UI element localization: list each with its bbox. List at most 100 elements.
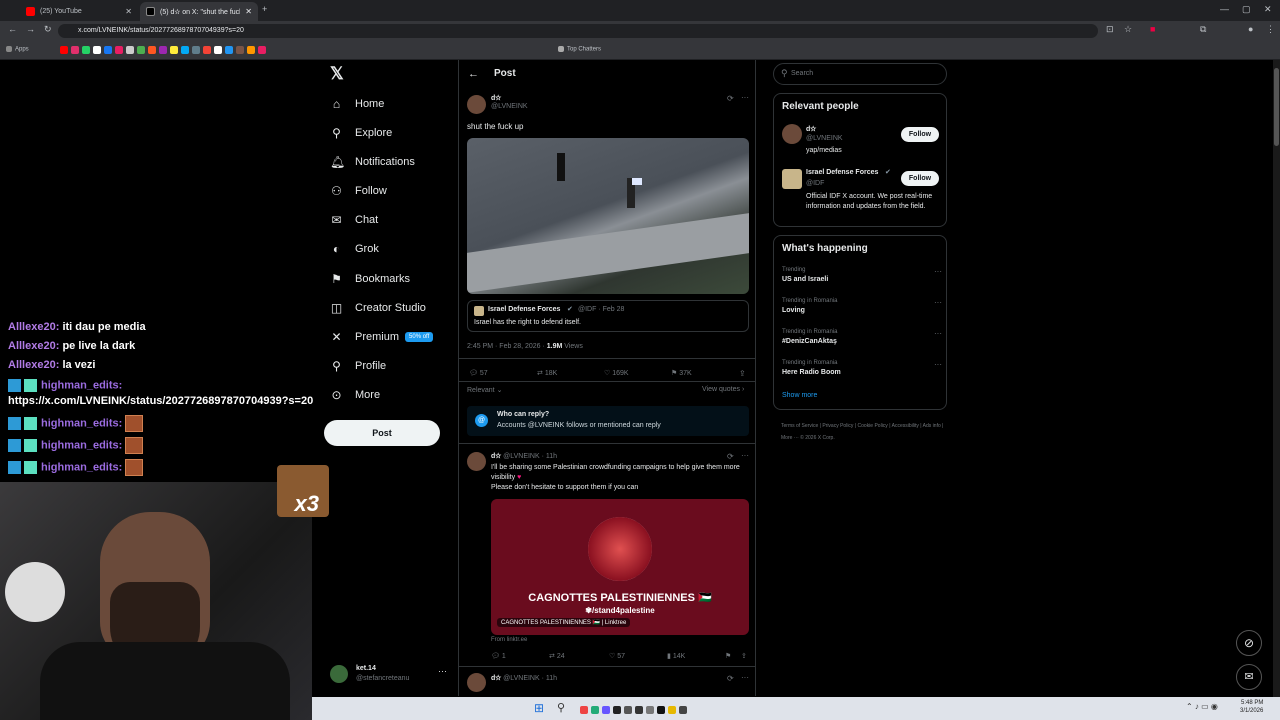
nav-profile[interactable]: ⚲ Profile <box>330 355 386 377</box>
reply-author[interactable]: d✫ @LVNEINK · 11h <box>491 452 557 460</box>
share-icon[interactable]: ⇪ <box>741 652 747 660</box>
share-icon[interactable]: ⇪ <box>739 369 746 378</box>
trend-item[interactable]: Trending in Romania Here Radio Boom ··· <box>782 360 942 376</box>
tab-youtube[interactable]: (25) YouTube ✕ <box>20 2 138 21</box>
grok-float-icon[interactable]: ⊘ <box>1236 630 1262 656</box>
x-logo-icon[interactable]: 𝕏 <box>330 64 344 84</box>
search-box[interactable]: ⚲ Search <box>773 63 947 85</box>
apps-bookmark[interactable]: Apps <box>6 46 29 53</box>
kebab-menu-icon[interactable]: ⋮ <box>1266 24 1275 35</box>
extension-icon[interactable]: ■ <box>1150 24 1155 34</box>
avatar <box>330 665 348 683</box>
nav-notifications[interactable]: 🔔︎ Notifications <box>330 151 415 173</box>
nav-home[interactable]: ⌂ Home <box>330 93 384 115</box>
back-icon[interactable]: ← <box>8 24 17 34</box>
tweet-video[interactable] <box>467 138 749 294</box>
bookmark-icon[interactable]: ⚑ <box>725 652 731 660</box>
avatar[interactable] <box>782 169 802 189</box>
grok-icon[interactable]: ⟳ <box>727 674 734 683</box>
avatar[interactable] <box>782 124 802 144</box>
repost-button[interactable]: ⇄ 24 <box>549 652 565 660</box>
nav-grok[interactable]: ◐ Grok <box>330 238 379 260</box>
sort-relevant-dropdown[interactable]: Relevant ⌄ <box>467 386 502 394</box>
reply-button[interactable]: 💬︎ 57 <box>469 369 488 377</box>
bookmark-icons-row[interactable] <box>60 46 269 54</box>
avatar <box>474 306 484 316</box>
nav-explore[interactable]: ⚲ Explore <box>330 122 392 144</box>
nav-follow[interactable]: ⚇ Follow <box>330 180 387 202</box>
back-arrow-icon[interactable]: ← <box>468 68 479 80</box>
author-handle[interactable]: @LVNEINK <box>491 103 528 110</box>
reload-icon[interactable]: ↻ <box>44 24 52 35</box>
more-icon[interactable]: ··· <box>438 666 447 676</box>
more-icon[interactable]: ··· <box>741 673 749 682</box>
trend-item[interactable]: Trending US and Israeli ··· <box>782 267 942 283</box>
new-tab-icon[interactable]: + <box>262 4 267 14</box>
close-icon[interactable]: ✕ <box>245 7 252 16</box>
nav-premium[interactable]: ✕ Premium 50% off <box>330 326 434 348</box>
next-tweet-author[interactable]: d✫ @LVNEINK · 11h <box>491 674 557 682</box>
nav-bookmarks[interactable]: ⚑ Bookmarks <box>330 268 410 290</box>
windows-taskbar: ⊞ ⚲ ⌃ ♪ ▭ ◉ 5:48 PM 3/1/2026 <box>312 697 1280 720</box>
person-name[interactable]: Israel Defense Forces <box>806 169 878 176</box>
search-icon[interactable]: ⚲ <box>557 701 565 714</box>
window-close-icon[interactable]: ✕ <box>1264 4 1272 15</box>
grok-icon[interactable]: ⟳ <box>727 452 734 461</box>
card-avatar-image <box>588 517 652 581</box>
link-card[interactable]: CAGNOTTES PALESTINIENNES 🇵🇸 ✾/stand4pale… <box>491 499 749 635</box>
like-button[interactable]: ♡ 169K <box>604 369 629 377</box>
view-quotes-link[interactable]: View quotes › <box>702 386 744 393</box>
taskbar-apps[interactable] <box>580 702 690 716</box>
scrollbar-thumb[interactable] <box>1274 68 1279 146</box>
messages-float-icon[interactable]: ✉ <box>1236 664 1262 690</box>
avatar[interactable] <box>467 673 486 692</box>
reply-button[interactable]: 💬︎ 1 <box>491 652 506 660</box>
nav-more[interactable]: ⊙ More <box>330 384 380 406</box>
stream-chat-overlay: Alllexe20: iti dau pe media Alllexe20: p… <box>0 318 320 478</box>
extensions-puzzle-icon[interactable]: ⧉ <box>1200 24 1206 35</box>
bookmark-button[interactable]: ⚑ 37K <box>671 369 692 377</box>
views-button[interactable]: ▮ 14K <box>667 652 685 660</box>
like-button[interactable]: ♡ 57 <box>609 652 625 660</box>
footer-link[interactable]: Ads info <box>923 423 941 429</box>
footer-link[interactable]: More ··· <box>781 435 799 441</box>
close-icon[interactable]: ✕ <box>125 7 132 16</box>
account-switcher[interactable]: ket.14 @stefancreteanu ··· <box>330 662 450 688</box>
page-scrollbar[interactable] <box>1273 60 1280 697</box>
more-icon[interactable]: ··· <box>741 93 749 102</box>
top-chatters-bookmark[interactable]: Top Chatters <box>558 46 601 53</box>
show-more-link[interactable]: Show more <box>782 392 817 399</box>
tab-x-post[interactable]: (5) d✫ on X: "shut the fuck... ✕ <box>140 2 258 21</box>
minimize-icon[interactable]: — <box>1220 4 1229 14</box>
maximize-icon[interactable]: ▢ <box>1242 4 1251 15</box>
avatar[interactable] <box>467 452 486 471</box>
star-icon[interactable]: ☆ <box>1124 24 1132 35</box>
streamer-shirt <box>40 642 290 720</box>
footer-link[interactable]: Terms of Service <box>781 423 818 429</box>
nav-creator-studio[interactable]: ◫ Creator Studio <box>330 297 426 319</box>
person-name[interactable]: d✫ <box>806 125 816 133</box>
author-name[interactable]: d✫ <box>491 94 501 102</box>
url-field[interactable]: x.com/LVNEINK/status/2027726897870704939… <box>58 24 1098 38</box>
trend-item[interactable]: Trending in Romania #DenizCanAktaş ··· <box>782 329 942 345</box>
trend-item[interactable]: Trending in Romania Loving ··· <box>782 298 942 314</box>
footer-link[interactable]: Privacy Policy <box>822 423 853 429</box>
clock[interactable]: 5:48 PM 3/1/2026 <box>1240 699 1263 715</box>
nav-chat[interactable]: ✉ Chat <box>330 209 378 231</box>
footer-link[interactable]: Accessibility <box>892 423 919 429</box>
quoted-tweet[interactable]: Israel Defense Forces ✔ @IDF · Feb 28 Is… <box>467 300 749 332</box>
grok-icon[interactable]: ⟳ <box>727 94 734 103</box>
install-icon[interactable]: ⊡ <box>1106 24 1114 35</box>
repost-button[interactable]: ⇄ 18K <box>537 369 557 377</box>
plush-toy <box>5 562 65 622</box>
footer-link[interactable]: Cookie Policy <box>858 423 888 429</box>
profile-avatar-icon[interactable]: ● <box>1248 24 1253 34</box>
avatar[interactable] <box>467 95 486 114</box>
start-icon[interactable]: ⊞ <box>534 701 544 715</box>
post-button[interactable]: Post <box>324 420 440 446</box>
follow-button[interactable]: Follow <box>901 171 939 186</box>
tray-icons[interactable]: ⌃ ♪ ▭ ◉ <box>1186 702 1218 711</box>
follow-button[interactable]: Follow <box>901 127 939 142</box>
more-icon[interactable]: ··· <box>741 451 749 460</box>
forward-icon[interactable]: → <box>26 24 35 34</box>
